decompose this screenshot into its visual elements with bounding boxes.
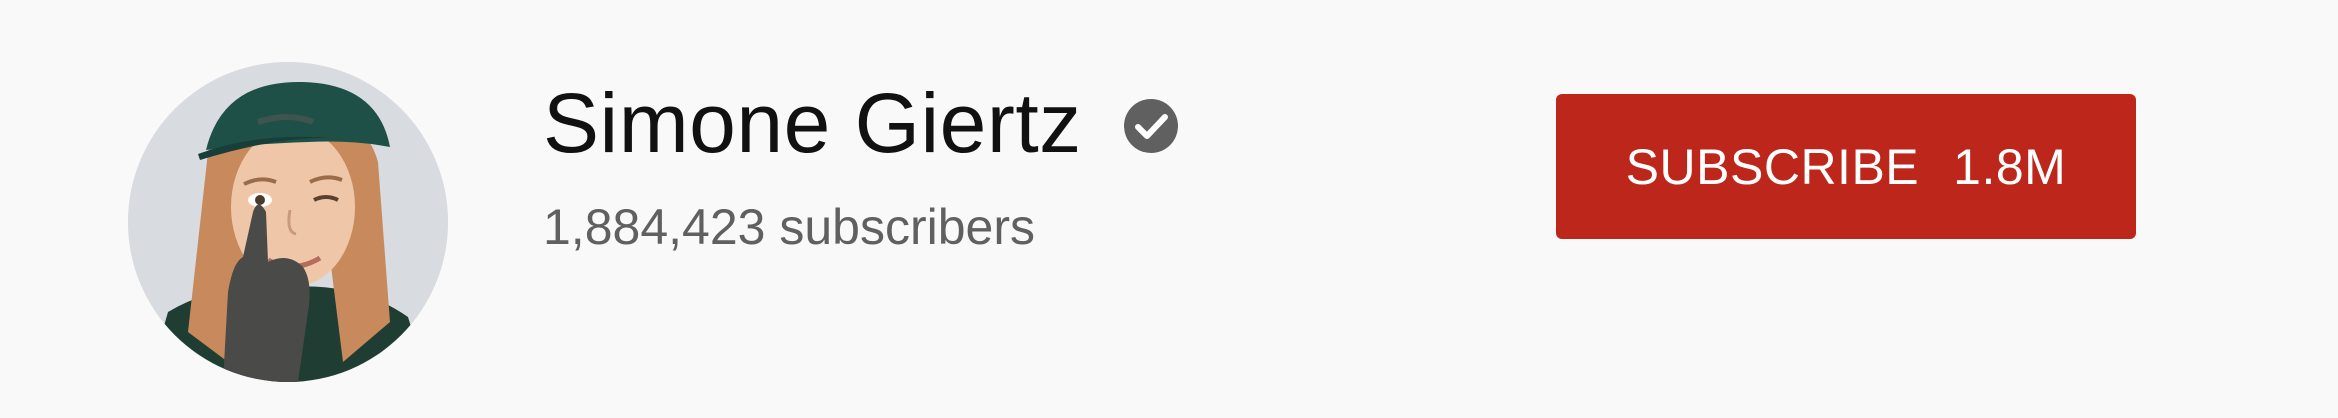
channel-name[interactable]: Simone Giertz bbox=[543, 81, 1082, 165]
subscribe-button[interactable]: SUBSCRIBE 1.8M bbox=[1556, 94, 2136, 239]
subscribe-button-label: SUBSCRIBE bbox=[1625, 138, 1920, 195]
channel-avatar[interactable] bbox=[128, 62, 448, 382]
channel-name-row: Simone Giertz bbox=[543, 68, 1178, 178]
verified-checkmark-icon bbox=[1123, 99, 1178, 153]
avatar-image bbox=[128, 62, 448, 382]
subscriber-count: 1,884,423 subscribers bbox=[543, 199, 1035, 255]
channel-info: Simone Giertz 1,884,423 subscribers bbox=[543, 68, 1178, 256]
channel-header: Simone Giertz 1,884,423 subscribers SUBS… bbox=[0, 0, 2338, 418]
subscribe-button-count: 1.8M bbox=[1953, 138, 2067, 195]
